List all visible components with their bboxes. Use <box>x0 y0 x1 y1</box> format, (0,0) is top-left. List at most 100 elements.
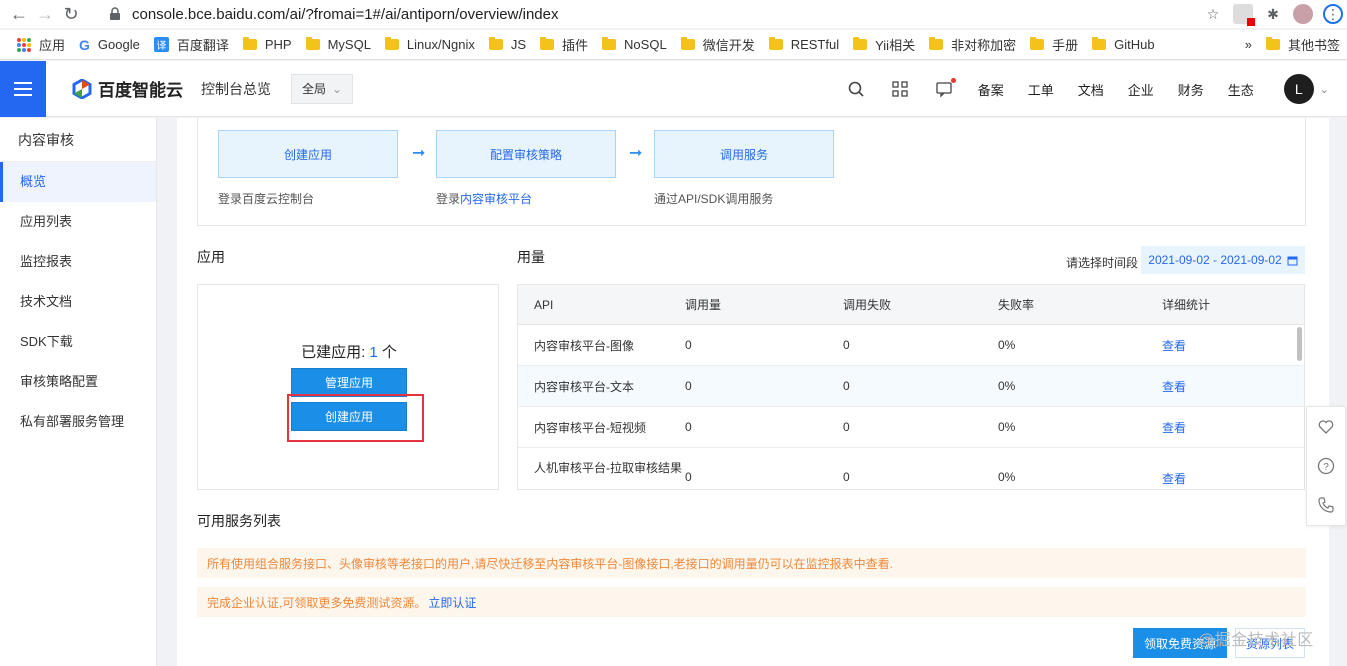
apps-card: 已建应用: 1 个 管理应用 创建应用 <box>197 284 499 490</box>
manage-apps-button[interactable]: 管理应用 <box>291 368 407 397</box>
usage-section-title: 用量 <box>517 249 545 265</box>
region-select[interactable]: 全局 ⌄ <box>291 73 353 104</box>
bookmark-folder[interactable]: PHP <box>236 33 299 57</box>
sidebar-item-sdk-download[interactable]: SDK下载 <box>0 322 156 362</box>
bookmark-folder[interactable]: Yii相关 <box>846 33 922 57</box>
sidebar-item-audit-policy[interactable]: 审核策略配置 <box>0 362 156 402</box>
step-create-app[interactable]: 创建应用 <box>218 130 398 178</box>
bookmark-baidu-translate[interactable]: 译百度翻译 <box>147 33 236 57</box>
view-details-link[interactable]: 查看 <box>1162 380 1186 394</box>
sidebar-item-monitor-report[interactable]: 监控报表 <box>0 242 156 282</box>
phone-icon[interactable] <box>1317 496 1335 514</box>
other-bookmarks[interactable]: 其他书签 <box>1259 33 1347 57</box>
nav-link-docs[interactable]: 文档 <box>1078 80 1104 99</box>
view-details-link[interactable]: 查看 <box>1162 339 1186 353</box>
product-grid-icon[interactable] <box>891 80 909 98</box>
step-desc: 登录内容审核平台 <box>436 192 533 206</box>
verify-now-link[interactable]: 立即认证 <box>428 594 476 611</box>
svg-text:?: ? <box>1323 462 1329 473</box>
google-icon: G <box>79 36 90 53</box>
puzzle-icon[interactable]: ✱ <box>1263 4 1283 24</box>
folder-icon <box>242 37 257 50</box>
bookmark-folder[interactable]: 微信开发 <box>674 33 762 57</box>
search-icon[interactable] <box>847 80 865 98</box>
verification-notice: 完成企业认证,可领取更多免费测试资源。 立即认证 <box>197 587 1306 617</box>
help-icon[interactable]: ? <box>1317 457 1335 475</box>
usage-table: API 调用量 调用失败 失败率 详细统计 内容审核平台-图像 0 0 0% 查… <box>517 284 1305 490</box>
folder-icon <box>305 37 320 50</box>
console-overview-link[interactable]: 控制台总览 <box>201 79 271 99</box>
nav-link-enterprise[interactable]: 企业 <box>1128 80 1154 99</box>
sidebar-item-tech-docs[interactable]: 技术文档 <box>0 282 156 322</box>
sidebar-title: 内容审核 <box>0 118 156 162</box>
bookmark-folder[interactable]: RESTful <box>762 33 846 57</box>
view-details-link[interactable]: 查看 <box>1162 472 1186 486</box>
nav-link-finance[interactable]: 财务 <box>1178 80 1204 99</box>
folder-icon <box>602 37 617 50</box>
chevron-down-icon[interactable]: ⌄ <box>1320 83 1329 96</box>
bookmark-folder[interactable]: Linux/Ngnix <box>378 33 482 57</box>
folder-icon <box>929 37 944 50</box>
heart-icon[interactable] <box>1317 418 1335 436</box>
column-header: 调用量 <box>685 298 722 312</box>
folder-icon <box>488 37 503 50</box>
apps-grid-icon <box>17 37 31 52</box>
sidebar: 内容审核 概览 应用列表 监控报表 技术文档 SDK下载 审核策略配置 私有部署… <box>0 118 157 666</box>
bookmark-folder[interactable]: 非对称加密 <box>922 33 1023 57</box>
date-range-label: 请选择时间段 <box>1066 256 1139 270</box>
nav-link-filing[interactable]: 备案 <box>978 80 1004 99</box>
bookmarks-more[interactable]: » <box>1238 33 1259 57</box>
menu-toggle-button[interactable] <box>0 60 46 117</box>
nav-link-tickets[interactable]: 工单 <box>1028 80 1054 99</box>
avatar[interactable]: L <box>1283 74 1314 104</box>
folder-icon <box>680 37 695 50</box>
bookmark-star-icon[interactable]: ☆ <box>1203 4 1223 24</box>
message-icon[interactable] <box>935 78 956 98</box>
address-bar[interactable]: console.bce.baidu.com/ai/?fromai=1#/ai/a… <box>108 2 1226 26</box>
logo[interactable]: 百度智能云 <box>72 76 183 101</box>
arrow-right-icon: ➞ <box>629 145 643 162</box>
step-configure-policy[interactable]: 配置审核策略 <box>436 130 616 178</box>
bookmark-folder[interactable]: NoSQL <box>595 33 674 57</box>
migration-notice: 所有使用组合服务接口、头像审核等老接口的用户,请尽快迁移至内容审核平台-图像接口… <box>197 548 1306 578</box>
date-range-picker[interactable]: 2021-09-02 - 2021-09-02 <box>1141 246 1305 274</box>
column-header: 调用失败 <box>843 298 892 312</box>
sidebar-item-private-deploy[interactable]: 私有部署服务管理 <box>0 402 156 442</box>
chevron-down-icon: ⌄ <box>331 81 343 96</box>
folder-icon <box>1092 37 1107 50</box>
bookmark-folder[interactable]: GitHub <box>1085 33 1161 57</box>
bookmark-folder[interactable]: MySQL <box>299 33 378 57</box>
back-icon[interactable]: ← <box>6 1 32 27</box>
translate-icon: 译 <box>153 37 169 52</box>
bookmark-google[interactable]: G Google <box>72 33 147 57</box>
forward-icon[interactable]: → <box>32 1 58 27</box>
sidebar-item-app-list[interactable]: 应用列表 <box>0 202 156 242</box>
bookmarks-bar: 应用 G Google 译百度翻译 PHP MySQL Linux/Ngnix J… <box>0 30 1347 60</box>
nav-link-ecosystem[interactable]: 生态 <box>1228 80 1254 99</box>
sidebar-item-overview[interactable]: 概览 <box>0 162 156 202</box>
watermark: @掘金技术社区 <box>1198 632 1314 649</box>
table-row: 内容审核平台-短视频 0 0 0% 查看 <box>518 407 1304 448</box>
table-row: 内容审核平台-文本 0 0 0% 查看 <box>518 366 1304 407</box>
reload-icon[interactable]: ↻ <box>58 1 84 27</box>
profile-avatar-icon[interactable] <box>1293 4 1313 24</box>
bookmark-folder[interactable]: 插件 <box>533 33 595 57</box>
step-desc: 通过API/SDK调用服务 <box>654 192 774 206</box>
notification-dot <box>950 78 956 83</box>
step-call-service[interactable]: 调用服务 <box>654 130 834 178</box>
extension-icon[interactable] <box>1233 4 1255 26</box>
floating-help-panel: ? <box>1306 406 1346 526</box>
table-scrollbar[interactable] <box>1297 327 1302 361</box>
bookmark-folder[interactable]: JS <box>482 33 533 57</box>
view-details-link[interactable]: 查看 <box>1162 421 1186 435</box>
app-count: 已建应用: 1 个 <box>301 344 397 361</box>
column-header: API <box>534 297 554 312</box>
bookmark-folder[interactable]: 手册 <box>1023 33 1085 57</box>
bookmark-apps[interactable]: 应用 <box>10 33 72 57</box>
cloud-logo-icon <box>72 78 92 99</box>
apps-section-title: 应用 <box>197 249 225 265</box>
app-header: 百度智能云 控制台总览 全局 ⌄ 备案 工单 文档 企业 财务 生态 L ⌄ <box>0 60 1347 117</box>
highlight-annotation <box>287 394 424 442</box>
menu-icon[interactable]: ⋮ <box>1323 4 1343 24</box>
audit-platform-link[interactable]: 内容审核平台 <box>460 192 532 206</box>
